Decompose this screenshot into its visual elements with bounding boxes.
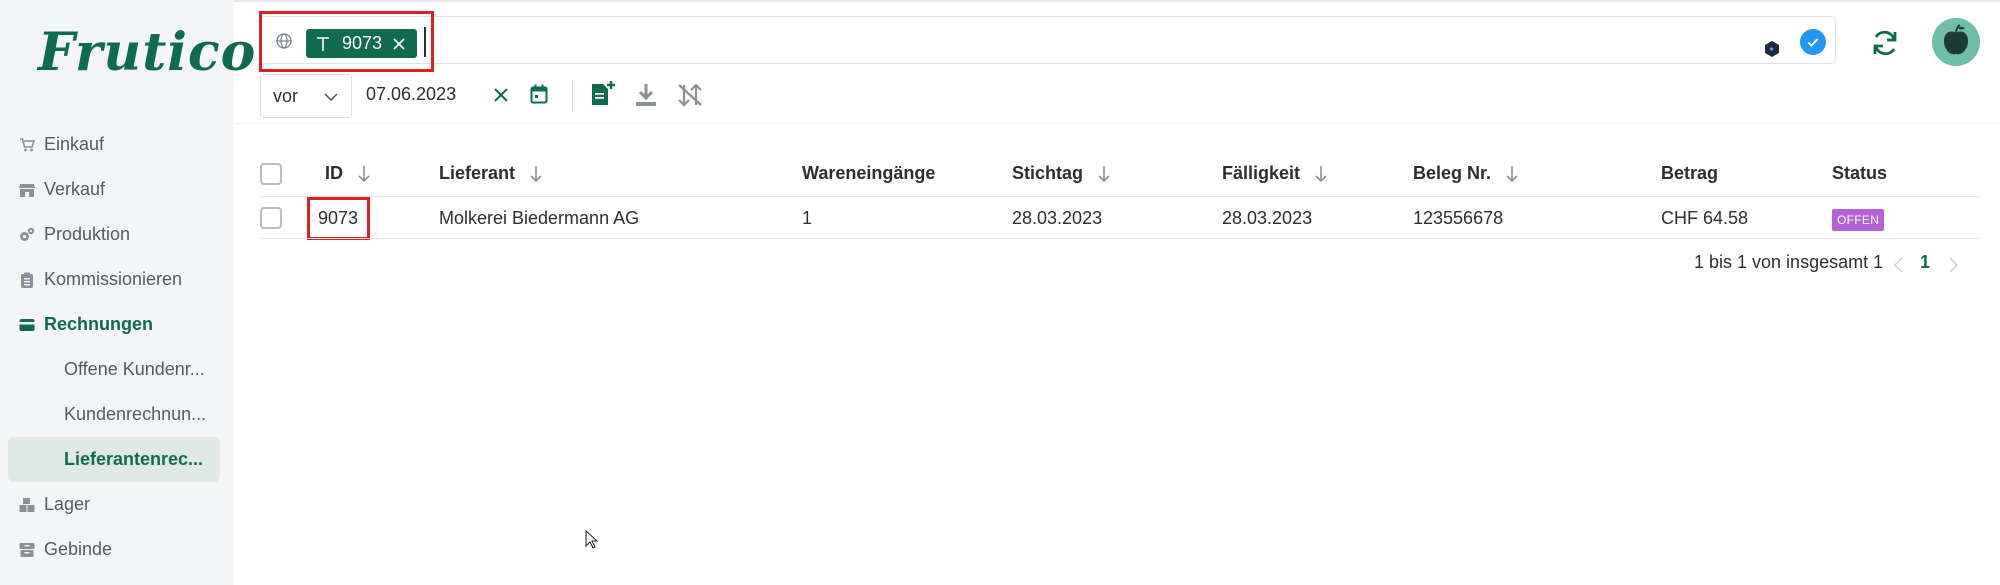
sidebar-item-verkauf[interactable]: Verkauf: [0, 167, 234, 212]
sidebar-item-label: Lieferantenrec...: [64, 449, 204, 469]
table-header-divider: [260, 196, 1980, 197]
sidebar-item-label: Gebinde: [44, 539, 113, 559]
sidebar-item-label: Einkauf: [44, 134, 105, 154]
sidebar-item-label: Verkauf: [44, 179, 106, 199]
extension-hex-icon[interactable]: [1764, 40, 1780, 58]
search-input[interactable]: [260, 16, 1836, 64]
clear-date-icon[interactable]: [492, 86, 510, 104]
download-icon[interactable]: [634, 82, 658, 108]
chevron-left-icon[interactable]: [1892, 256, 1906, 274]
column-label: Lieferant: [439, 163, 516, 183]
toolbar-divider: [572, 80, 573, 112]
store-icon: [18, 182, 36, 198]
column-label: Status: [1832, 163, 1888, 183]
cell-beleg-nr: 123556678: [1413, 208, 1504, 228]
sidebar-item-einkauf[interactable]: Einkauf: [0, 122, 234, 167]
apple-icon: [1932, 18, 1980, 66]
column-header-beleg-nr[interactable]: Beleg Nr.: [1413, 163, 1519, 184]
avatar[interactable]: [1932, 18, 1980, 66]
sort-arrow-down-icon: [1506, 165, 1518, 182]
column-header-lieferant[interactable]: Lieferant: [439, 163, 543, 184]
boxes-icon: [18, 497, 36, 513]
pagination-summary: 1 bis 1 von insgesamt 1: [1694, 252, 1884, 272]
cart-icon: [18, 137, 36, 153]
column-label: Stichtag: [1012, 163, 1084, 183]
row-checkbox[interactable]: [260, 207, 282, 229]
sidebar-item-gebinde[interactable]: Gebinde: [0, 527, 234, 572]
column-header-wareneingaenge[interactable]: Wareneingänge: [802, 163, 935, 184]
sidebar-item-label: Offene Kundenr...: [64, 359, 205, 379]
date-field[interactable]: 07.06.2023: [366, 84, 456, 105]
column-header-id[interactable]: ID: [325, 163, 371, 184]
column-header-status[interactable]: Status: [1832, 163, 1887, 184]
cell-faelligkeit: 28.03.2023: [1222, 208, 1313, 228]
table-row-divider: [260, 238, 1980, 239]
sidebar-item-kommissionieren[interactable]: Kommissionieren: [0, 257, 234, 302]
calendar-icon[interactable]: [530, 84, 548, 104]
sort-arrow-down-icon: [1315, 165, 1327, 182]
archive-icon: [18, 542, 36, 558]
refresh-icon[interactable]: [1870, 28, 1900, 58]
sort-arrow-down-icon: [358, 165, 370, 182]
id-highlight-box: [307, 197, 370, 240]
sidebar-item-label: Kommissionieren: [44, 269, 183, 289]
chevron-right-icon[interactable]: [1946, 256, 1960, 274]
chevron-down-icon: [324, 93, 338, 102]
column-label: Beleg Nr.: [1413, 163, 1492, 183]
pagination-current-page[interactable]: 1: [1920, 252, 1930, 273]
sidebar-item-label: Kundenrechnun...: [64, 404, 207, 424]
cell-betrag: CHF 64.58: [1661, 208, 1749, 228]
column-header-betrag[interactable]: Betrag: [1661, 163, 1718, 184]
sidebar-item-label: Lager: [44, 494, 91, 514]
cell-lieferant: Molkerei Biedermann AG: [439, 208, 640, 228]
sidebar: Frutico Einkauf Verkauf Produktion Kommi…: [0, 0, 255, 585]
date-operator-select[interactable]: vor: [260, 74, 352, 118]
sort-arrow-down-icon: [530, 165, 542, 182]
app-logo[interactable]: Frutico: [38, 22, 256, 83]
mouse-cursor-icon: [585, 530, 599, 549]
clipboard-icon: [18, 272, 36, 288]
sidebar-item-rechnungen[interactable]: Rechnungen: [0, 302, 234, 347]
search-highlight-box: [259, 11, 434, 72]
credit-card-icon: [18, 317, 36, 333]
cell-wareneingaenge: 1: [802, 208, 813, 228]
cell-stichtag: 28.03.2023: [1012, 208, 1103, 228]
sidebar-item-produktion[interactable]: Produktion: [0, 212, 234, 257]
column-label: ID: [325, 163, 343, 183]
add-document-icon[interactable]: [590, 80, 616, 108]
column-header-faelligkeit[interactable]: Fälligkeit: [1222, 163, 1328, 184]
sort-disabled-icon[interactable]: [676, 82, 704, 108]
sort-arrow-down-icon: [1098, 165, 1110, 182]
toolbar-separator: [234, 123, 2000, 124]
status-badge: OFFEN: [1832, 209, 1885, 231]
column-header-stichtag[interactable]: Stichtag: [1012, 163, 1111, 184]
sidebar-item-offene-kundenrechnungen[interactable]: Offene Kundenr...: [0, 347, 234, 392]
column-label: Fälligkeit: [1222, 163, 1301, 183]
check-icon[interactable]: [1800, 29, 1826, 55]
sidebar-item-label: Produktion: [44, 224, 131, 244]
select-all-checkbox[interactable]: [260, 163, 282, 185]
cogs-icon: [18, 227, 36, 243]
column-label: Betrag: [1661, 163, 1719, 183]
date-operator-value: vor: [273, 85, 299, 106]
sidebar-item-lager[interactable]: Lager: [0, 482, 234, 527]
column-label: Wareneingänge: [802, 163, 936, 183]
sidebar-item-kundenrechnungen[interactable]: Kundenrechnun...: [0, 392, 234, 437]
sidebar-nav: Einkauf Verkauf Produktion Kommissionier…: [0, 122, 234, 572]
top-border: [234, 0, 2000, 2]
sidebar-item-label: Rechnungen: [44, 314, 154, 334]
sidebar-item-lieferantenrechnungen[interactable]: Lieferantenrec...: [8, 437, 220, 482]
